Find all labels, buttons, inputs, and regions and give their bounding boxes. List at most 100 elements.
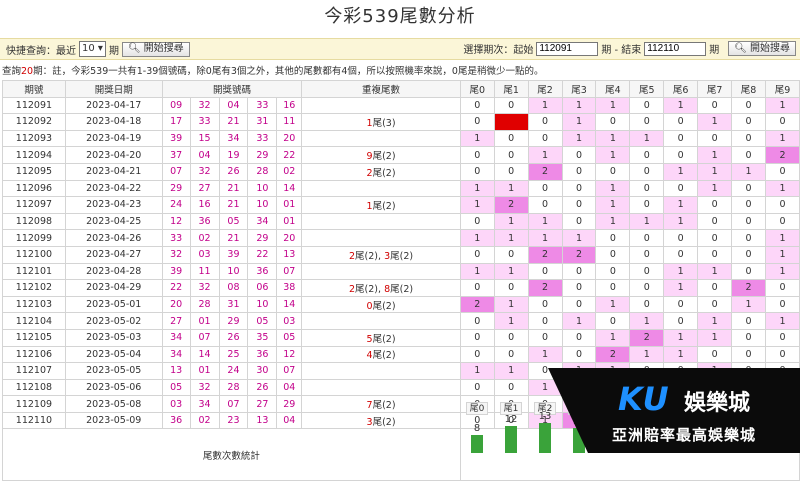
tail-count-cell: 1 <box>493 312 529 330</box>
draw-date: 2023-04-25 <box>64 212 163 231</box>
tail-count-cell: 0 <box>595 113 631 131</box>
column-header: 尾5 <box>629 80 665 98</box>
tail-count-cell: 0 <box>561 328 597 347</box>
draw-number: 04 <box>276 411 303 430</box>
repeat-tails: 2尾(2) <box>301 162 461 181</box>
draw-number: 31 <box>247 113 278 131</box>
table-row: 112105 2023-05-03 34 07 26 35 05 5尾(2) 0 0 0 0 1 2 1 1 0… <box>2 328 800 347</box>
draw-number: 35 <box>247 328 278 347</box>
column-header: 開獎日期 <box>64 80 163 98</box>
tail-count-cell: 1 <box>459 262 495 281</box>
tail-count-cell: 0 <box>629 146 665 164</box>
tail-count-cell: 0 <box>459 146 495 164</box>
range-search-button[interactable]: 🔍︎ 開始搜尋 <box>728 41 796 56</box>
draw-number: 39 <box>161 129 191 148</box>
tail-count-cell: 1 <box>764 129 800 148</box>
tail-count-cell: 1 <box>697 113 733 131</box>
tail-count-cell: 1 <box>527 212 563 231</box>
draw-number: 07 <box>189 328 220 347</box>
tail-count-cell: 0 <box>459 245 495 264</box>
draw-number: 09 <box>161 96 191 115</box>
draw-date: 2023-04-29 <box>64 279 163 297</box>
tail-count-cell: 0 <box>697 295 733 314</box>
draw-date: 2023-05-05 <box>64 362 163 380</box>
tail-count-cell: 0 <box>561 295 597 314</box>
draw-number: 10 <box>247 179 278 198</box>
tail-count-cell: 1 <box>561 113 597 131</box>
start-period-input[interactable] <box>536 41 599 56</box>
draw-number: 36 <box>247 262 278 281</box>
table-row: 112098 2023-04-25 12 36 05 34 01 0 1 1 0 1 1 1 0 0 0 <box>2 212 800 231</box>
repeat-count: 尾(2) <box>372 400 396 412</box>
tail-count-cell: 1 <box>527 146 563 164</box>
draw-number: 29 <box>247 146 278 164</box>
tail-count-cell: 1 <box>764 262 800 281</box>
tail-count-value: 12 <box>504 414 518 425</box>
tail-count-cell: 0 <box>561 196 597 214</box>
draw-number: 10 <box>247 295 278 314</box>
draw-number: 20 <box>276 129 303 148</box>
tail-count-cell: 0 <box>764 295 800 314</box>
period-number: 112106 <box>2 345 66 364</box>
draw-date: 2023-05-02 <box>64 312 163 330</box>
tail-count-cell: 0 <box>595 229 631 247</box>
tail-count-cell: 0 <box>561 262 597 281</box>
tail-count-cell: 0 <box>731 328 766 347</box>
tail-count-cell: 0 <box>629 229 665 247</box>
period-number: 112100 <box>2 245 66 264</box>
tail-count-cell: 1 <box>663 345 699 364</box>
tail-count-cell: 0 <box>561 279 597 297</box>
draw-number: 32 <box>161 245 191 264</box>
draw-date: 2023-04-22 <box>64 179 163 198</box>
tail-count-cell: 0 <box>527 196 563 214</box>
tail-count-cell: 2 <box>629 328 665 347</box>
tail-count-cell: 1 <box>697 262 733 281</box>
tail-count-cell: 1 <box>459 229 495 247</box>
table-row: 112103 2023-05-01 20 28 31 10 14 0尾(2) 2 1 0 0 1 0 0 0 1… <box>2 295 800 314</box>
draw-number: 29 <box>218 312 249 330</box>
draw-date: 2023-05-03 <box>64 328 163 347</box>
draw-number: 01 <box>189 362 220 380</box>
period-select[interactable]: 10 ▾ <box>79 41 106 57</box>
draw-number: 07 <box>276 262 303 281</box>
tail-count-cell: 0 <box>731 345 766 364</box>
period-number: 112110 <box>2 411 66 430</box>
draw-number: 32 <box>189 378 220 397</box>
draw-number: 05 <box>276 328 303 347</box>
note-count: 20 <box>21 66 34 77</box>
draw-number: 14 <box>276 179 303 198</box>
repeat-tails: 3尾(2) <box>301 411 461 430</box>
draw-date: 2023-04-18 <box>64 113 163 131</box>
tail-count-cell: 1 <box>731 162 766 181</box>
draw-number: 05 <box>218 212 249 231</box>
table-row: 112096 2023-04-22 29 27 21 10 14 1 1 0 0 1 0 0 1 0 1 <box>2 179 800 198</box>
repeat-count: 尾(2) <box>372 300 396 312</box>
ad-banner[interactable]: KU 娛樂城 亞洲賠率最高娛樂城 <box>548 368 800 453</box>
draw-number: 13 <box>276 245 303 264</box>
end-period-input[interactable] <box>644 41 707 56</box>
tail-count-cell: 0 <box>527 113 563 131</box>
column-header: 尾9 <box>764 80 800 98</box>
tail-count-cell: 1 <box>459 129 495 148</box>
period-number: 112108 <box>2 378 66 397</box>
draw-number: 34 <box>218 129 249 148</box>
tail-count-cell: 1 <box>595 96 631 115</box>
period-number: 112097 <box>2 196 66 214</box>
table-row: 112102 2023-04-29 22 32 08 06 38 2尾(2), 8尾(2) 0 0… <box>2 279 800 297</box>
quick-search-button[interactable]: 🔍︎ 開始搜尋 <box>121 41 190 57</box>
tail-count-cell: 1 <box>663 162 699 181</box>
period-number: 112109 <box>2 395 66 413</box>
draw-number: 05 <box>161 378 191 397</box>
tail-count-cell: 1 <box>764 312 800 330</box>
draw-number: 16 <box>189 196 220 214</box>
tail-count-cell: 0 <box>493 96 529 115</box>
table-row: 112104 2023-05-02 27 01 29 05 03 0 1 0 1 0 1 0 1 0 1 <box>2 312 800 330</box>
draw-number: 27 <box>247 395 278 413</box>
period-number: 112098 <box>2 212 66 231</box>
quick-search-label: 快捷查詢：最近 <box>6 45 76 57</box>
draw-number: 36 <box>161 411 191 430</box>
tail-count-cell: 0 <box>459 279 495 297</box>
tail-count-cell: 0 <box>629 279 665 297</box>
column-header: 開獎號碼 <box>161 80 303 98</box>
repeat-count: 尾(2) <box>372 333 396 345</box>
